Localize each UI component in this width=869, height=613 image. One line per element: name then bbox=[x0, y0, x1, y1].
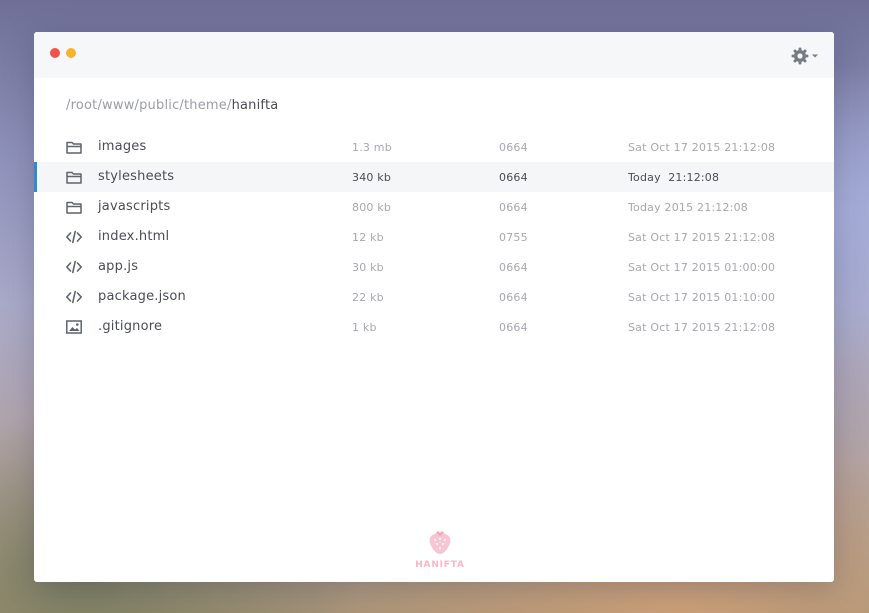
file-size: 12 kb bbox=[352, 231, 384, 244]
file-name: .gitignore bbox=[98, 319, 163, 334]
breadcrumb-current: hanifta bbox=[231, 98, 279, 113]
file-permissions: 0664 bbox=[499, 171, 528, 184]
folder-icon bbox=[65, 169, 83, 185]
file-modified-date: Sat Oct 17 2015 21:12:08 bbox=[628, 231, 776, 244]
file-permissions: 0755 bbox=[499, 231, 528, 244]
file-row[interactable]: package.json 22 kb 0664 Sat Oct 17 2015 01:… bbox=[34, 282, 834, 312]
strawberry-icon bbox=[429, 531, 451, 554]
file-row[interactable]: .gitignore 1 kb 0664 Sat Oct 17 2015 21:12:… bbox=[34, 312, 834, 342]
code-icon bbox=[65, 229, 83, 245]
file-name: stylesheets bbox=[98, 169, 175, 184]
file-modified-date: Sat Oct 17 2015 21:12:08 bbox=[628, 141, 776, 154]
file-modified-date: Today 21:12:08 bbox=[628, 171, 720, 184]
file-permissions: 0664 bbox=[499, 201, 528, 214]
file-row[interactable]: app.js 30 kb 0664 Sat Oct 17 2015 01:00:00 bbox=[34, 252, 834, 282]
file-permissions: 0664 bbox=[499, 261, 528, 274]
file-manager-window: /root/www/public/theme/hanifta images 1.3… bbox=[34, 32, 834, 582]
logo-text: HANIFTA bbox=[415, 560, 465, 570]
file-name: index.html bbox=[98, 229, 170, 244]
file-size: 340 kb bbox=[352, 171, 392, 184]
gear-icon bbox=[791, 47, 818, 65]
code-icon bbox=[65, 289, 83, 305]
settings-button[interactable] bbox=[791, 46, 821, 66]
file-size: 30 kb bbox=[352, 261, 384, 274]
file-modified-date: Sat Oct 17 2015 01:00:00 bbox=[628, 261, 776, 274]
folder-icon bbox=[65, 139, 83, 155]
file-row[interactable]: images 1.3 mb 0664 Sat Oct 17 2015 21:12:08 bbox=[34, 132, 834, 162]
breadcrumb-path[interactable]: /root/www/public/theme/ bbox=[66, 98, 232, 113]
minimize-window-button[interactable] bbox=[66, 48, 76, 58]
file-row[interactable]: stylesheets 340 kb 0664 Today 21:12:08 bbox=[34, 162, 834, 192]
file-list: images 1.3 mb 0664 Sat Oct 17 2015 21:12:08… bbox=[34, 132, 834, 342]
file-modified-date: Sat Oct 17 2015 01:10:00 bbox=[628, 291, 776, 304]
file-name: javascripts bbox=[98, 199, 171, 214]
title-bar bbox=[34, 32, 834, 78]
folder-icon bbox=[65, 199, 83, 215]
file-name: package.json bbox=[98, 289, 186, 304]
footer-logo: HANIFTA bbox=[414, 530, 466, 578]
file-row[interactable]: index.html 12 kb 0755 Sat Oct 17 2015 21:12… bbox=[34, 222, 834, 252]
file-name: images bbox=[98, 139, 147, 154]
file-size: 22 kb bbox=[352, 291, 384, 304]
close-window-button[interactable] bbox=[50, 48, 60, 58]
file-row[interactable]: javascripts 800 kb 0664 Today 2015 21:12:08 bbox=[34, 192, 834, 222]
file-size: 800 kb bbox=[352, 201, 392, 214]
file-size: 1.3 mb bbox=[352, 141, 392, 154]
code-icon bbox=[65, 259, 83, 275]
caret-down-icon bbox=[812, 54, 818, 58]
file-modified-date: Today 2015 21:12:08 bbox=[628, 201, 749, 214]
file-name: app.js bbox=[98, 259, 139, 274]
image-file-icon bbox=[65, 319, 83, 335]
file-modified-date: Sat Oct 17 2015 21:12:08 bbox=[628, 321, 776, 334]
file-permissions: 0664 bbox=[499, 321, 528, 334]
file-permissions: 0664 bbox=[499, 291, 528, 304]
file-size: 1 kb bbox=[352, 321, 377, 334]
breadcrumb: /root/www/public/theme/hanifta bbox=[66, 98, 278, 113]
file-permissions: 0664 bbox=[499, 141, 528, 154]
